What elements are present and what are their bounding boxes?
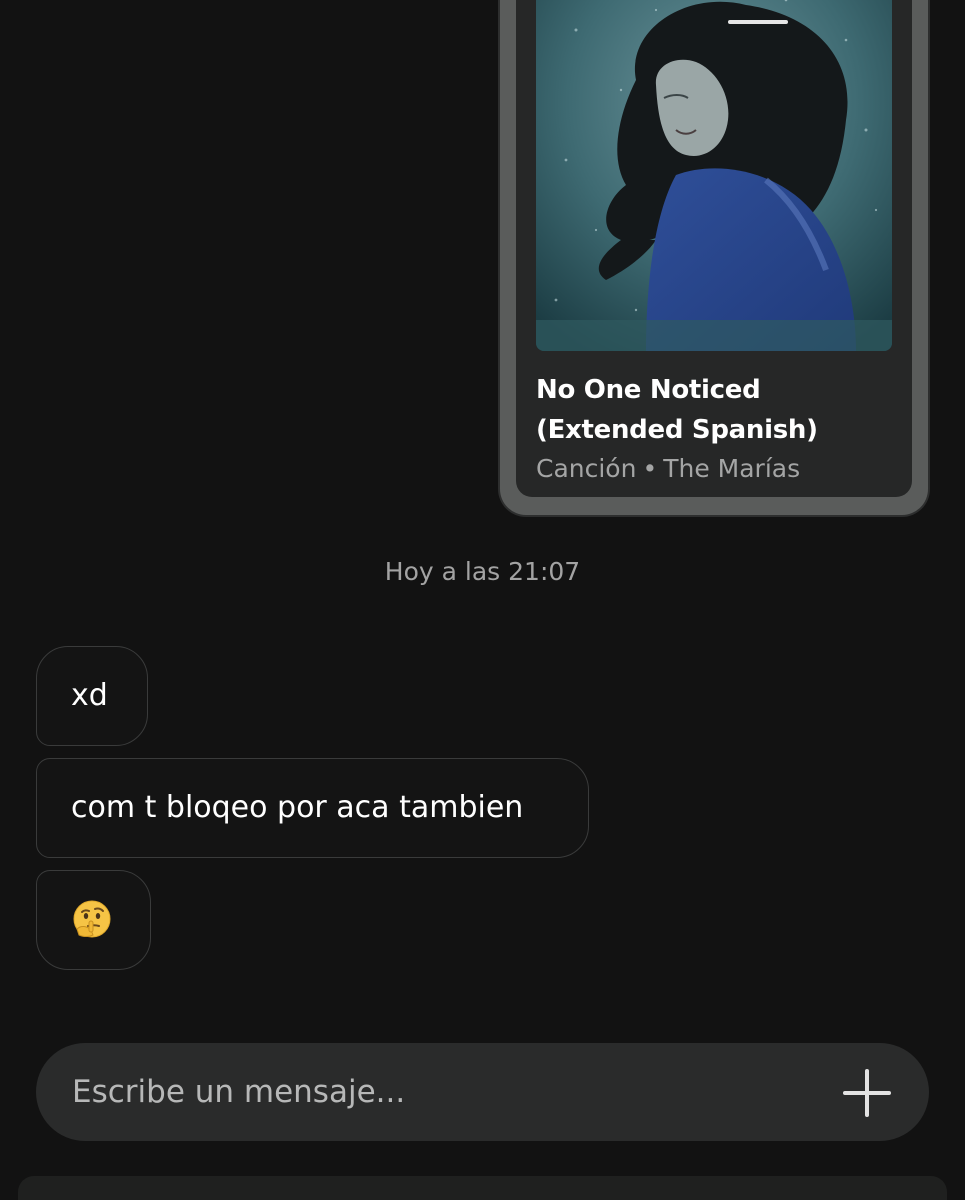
message-timestamp: Hoy a las 21:07	[384, 557, 581, 586]
drag-handle[interactable]	[728, 20, 788, 24]
add-attachment-button[interactable]	[841, 1067, 893, 1119]
message-bubble[interactable]: xd	[36, 646, 148, 746]
song-title[interactable]: No One Noticed (Extended Spanish)	[536, 370, 906, 450]
song-meta: Canción • The Marías	[536, 452, 906, 486]
album-artwork-image	[536, 0, 892, 351]
album-artwork[interactable]	[536, 0, 892, 351]
song-type-label: Canción	[536, 454, 637, 483]
chat-screen: No One Noticed (Extended Spanish) Canció…	[0, 0, 965, 1200]
message-text: xd	[71, 678, 108, 713]
plus-icon	[843, 1069, 891, 1117]
message-input[interactable]	[72, 1043, 792, 1141]
message-bubble[interactable]	[36, 870, 151, 970]
message-bubble[interactable]: com t bloqeo por aca tambien	[36, 758, 589, 858]
meta-separator: •	[642, 454, 658, 483]
shared-song-card[interactable]: No One Noticed (Extended Spanish) Canció…	[500, 0, 928, 515]
song-artist[interactable]: The Marías	[663, 454, 800, 483]
shared-song-card-inner: No One Noticed (Extended Spanish) Canció…	[516, 0, 912, 497]
thinking-face-emoji-icon	[73, 900, 111, 938]
message-composer	[36, 1043, 929, 1141]
message-text: com t bloqeo por aca tambien	[71, 790, 524, 825]
bottom-navigation-bar	[18, 1176, 947, 1200]
